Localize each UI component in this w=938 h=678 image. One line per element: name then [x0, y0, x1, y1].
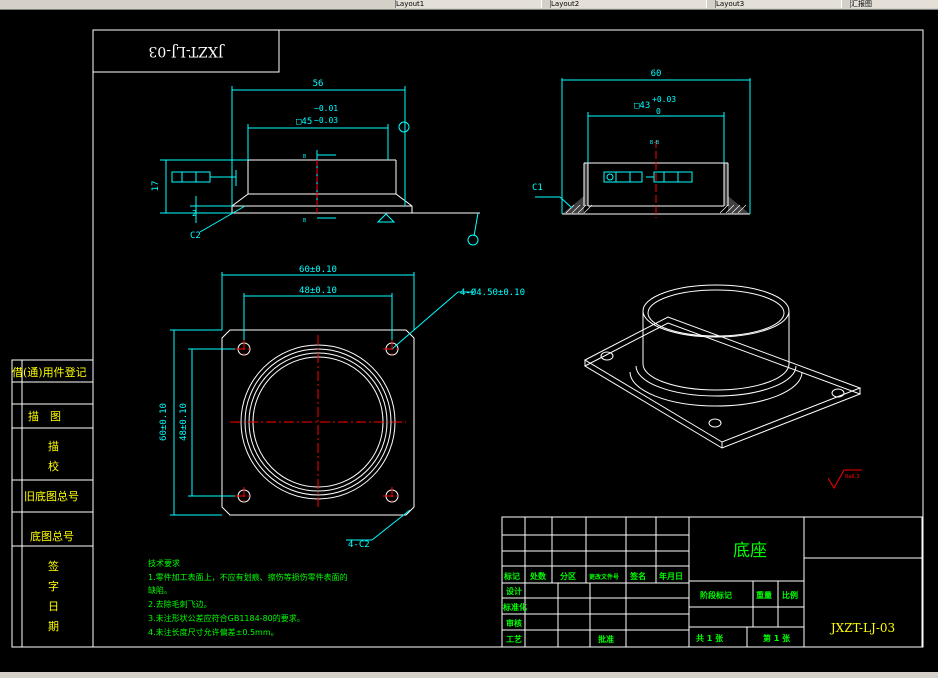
left-col-label-9: 日	[48, 600, 59, 613]
tech-req-item-2: 2.去除毛刺飞边。	[148, 599, 212, 609]
layout-tab-3[interactable]: Layout3	[715, 0, 842, 8]
tb-stage: 阶段标记	[700, 590, 732, 600]
tb-role-standard: 标准化	[502, 602, 527, 612]
tb-approve: 批准	[598, 634, 614, 644]
top-dim-holes-y: 48±0.10	[179, 403, 189, 441]
roughness-symbol: Ra6.3	[827, 469, 862, 489]
front-view: 56 □45 −0.01 −0.03 17 2 C2 B B	[151, 79, 480, 246]
side-dim-width: 60	[651, 69, 662, 79]
tb-label-date: 年月日	[659, 571, 683, 581]
side-tol-lower: 0	[656, 107, 661, 116]
left-col-label-10: 期	[48, 620, 59, 633]
layout-tab-4-label: 汇报图	[851, 0, 872, 8]
front-section-label-bottom: B	[303, 218, 306, 224]
tech-req-item-3: 3.未注形状公差应符合GB1184-80的要求。	[148, 613, 305, 623]
cad-drawing[interactable]: JXZT-LJ-03 56 □45 −0.01 −0.03 17 2 C2 B …	[0, 10, 938, 672]
drawing-number-mirrored: JXZT-LJ-03	[148, 43, 225, 59]
left-col-label-1: 借(通)用件登记	[12, 366, 87, 379]
tb-scale: 比例	[782, 590, 798, 600]
top-dim-outer-y: 60±0.10	[159, 403, 169, 441]
side-tol-upper: +0.03	[652, 95, 676, 104]
tb-role-design: 设计	[506, 586, 522, 596]
tech-req-item-1: 1.零件加工表面上，不应有划痕、擦伤等损伤零件表面的	[148, 572, 348, 582]
tb-label-change-doc: 更改文件号	[589, 573, 619, 581]
top-dim-holes-x: 48±0.10	[299, 286, 337, 296]
layout-tab-1[interactable]: Layout1	[395, 0, 542, 8]
left-col-label-6: 底图总号	[30, 530, 74, 543]
top-view: 60±0.10 48±0.10 60±0.10 48±0.10 4-Ø4.50±…	[159, 265, 525, 550]
drawing-number: JXZT-LJ-03	[829, 621, 895, 635]
left-col-label-7: 签	[48, 560, 59, 573]
side-view: 60 □43 +0.03 0 C1 B-B	[532, 69, 751, 218]
left-col-label-8: 字	[48, 580, 59, 593]
tb-label-count: 处数	[529, 571, 547, 581]
front-tol-lower: −0.03	[314, 116, 338, 125]
layout-tab-4[interactable]: 汇报图	[850, 0, 938, 8]
front-section-label-top: B	[303, 154, 306, 160]
top-dim-outer-x: 60±0.10	[299, 265, 337, 275]
toolbar: Layout1 Layout2 Layout3 汇报图	[0, 0, 938, 10]
tech-req-item-1b: 缺陷。	[148, 585, 172, 595]
front-dim-width: 56	[313, 79, 324, 89]
front-chamfer: C2	[190, 231, 201, 241]
tb-weight: 重量	[756, 590, 772, 600]
layout-tab-1-label: Layout1	[396, 0, 425, 8]
side-chamfer: C1	[532, 183, 543, 193]
tech-requirements: 技术要求 1.零件加工表面上，不应有划痕、擦伤等损伤零件表面的 缺陷。 2.去除…	[148, 558, 348, 637]
tech-req-title: 技术要求	[148, 558, 180, 568]
layout-tab-3-label: Layout3	[716, 0, 745, 8]
layout-tab-2[interactable]: Layout2	[550, 0, 707, 8]
roughness-value: Ra6.3	[845, 474, 859, 480]
front-dim-inner: □45	[296, 117, 312, 127]
tb-sheet-no: 第 1 张	[763, 633, 791, 643]
left-col-label-4: 校	[48, 460, 59, 473]
front-tol-upper: −0.01	[314, 104, 338, 113]
status-bar	[0, 672, 938, 678]
front-dim-height: 17	[151, 181, 161, 192]
left-col-label-3: 描	[48, 440, 59, 453]
tb-role-review: 审核	[506, 618, 522, 628]
side-dim-inner: □43	[634, 101, 650, 111]
layout-tab-2-label: Layout2	[551, 0, 580, 8]
tb-sheets-total: 共 1 张	[696, 633, 724, 643]
tech-req-item-4: 4.未注长度尺寸允许偏差±0.5mm。	[148, 627, 279, 637]
tb-label-zone: 分区	[560, 571, 576, 581]
top-corner-chamfer: 4-C2	[348, 540, 370, 550]
side-section-label: B-B	[650, 140, 659, 146]
tb-label-mark: 标记	[503, 571, 520, 581]
left-col-label-2: 描 图	[28, 410, 61, 423]
tb-label-sign: 签名	[629, 571, 646, 581]
left-col-label-5: 旧底图总号	[24, 490, 79, 503]
top-hole-callout: 4-Ø4.50±0.10	[460, 287, 525, 298]
tb-role-process: 工艺	[506, 634, 522, 644]
drawing-border	[92, 29, 924, 648]
front-dim-base: 2	[192, 209, 197, 218]
part-name: 底座	[733, 541, 767, 561]
isometric-view	[583, 284, 862, 449]
